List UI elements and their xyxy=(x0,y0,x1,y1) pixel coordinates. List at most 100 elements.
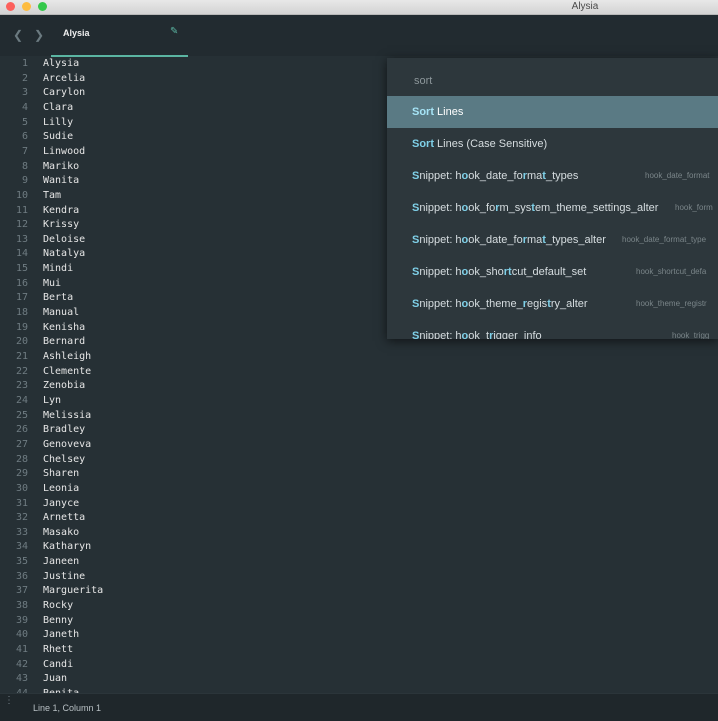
line-text: Katharyn xyxy=(43,541,92,553)
line-text: Juan xyxy=(43,673,68,685)
menu-grip-icon[interactable]: ⋮ xyxy=(4,696,14,706)
editor-line[interactable]: 42 Candi xyxy=(0,658,300,673)
line-number: 40 xyxy=(15,629,28,641)
editor-line[interactable]: 30 Leonia xyxy=(0,482,300,497)
editor-line[interactable]: 23 Zenobia xyxy=(0,379,300,394)
palette-result[interactable]: Snippet: hook_shortcut_default_set hook_s… xyxy=(387,256,718,288)
editor-line[interactable]: 8 Mariko xyxy=(0,160,300,175)
chevron-left-icon[interactable]: ❮ xyxy=(13,27,23,43)
editor-line[interactable]: 22 Clemente xyxy=(0,365,300,380)
result-label: Sort Lines (Case Sensitive) xyxy=(412,138,548,150)
line-number: 18 xyxy=(15,307,28,319)
editor-line[interactable]: 19 Kenisha xyxy=(0,321,300,336)
palette-result[interactable]: Snippet: hook_trigger_info hook_trigg xyxy=(387,320,718,339)
editor-line[interactable]: 36 Justine xyxy=(0,570,300,585)
tab-alysia[interactable]: Alysia ✎ xyxy=(51,15,188,57)
editor-line[interactable]: 21 Ashleigh xyxy=(0,350,300,365)
editor-line[interactable]: 9 Wanita xyxy=(0,174,300,189)
line-number: 14 xyxy=(15,248,28,260)
line-number: 7 xyxy=(21,145,28,157)
line-number: 16 xyxy=(15,277,28,289)
editor-line[interactable]: 17 Berta xyxy=(0,291,300,306)
editor-line[interactable]: 20 Bernard xyxy=(0,335,300,350)
line-text: Benny xyxy=(43,614,74,626)
result-label: Snippet: hook_theme_registry_alter xyxy=(412,298,588,310)
editor-line[interactable]: 27 Genoveva xyxy=(0,438,300,453)
palette-result[interactable]: Snippet: hook_theme_registry_alter hook_t… xyxy=(387,288,718,320)
editor-line[interactable]: 33 Masako xyxy=(0,526,300,541)
line-number: 32 xyxy=(15,512,28,524)
editor-line[interactable]: 7 Linwood xyxy=(0,145,300,160)
line-text: Wanita xyxy=(43,175,80,187)
editor-line[interactable]: 38 Rocky xyxy=(0,599,300,614)
palette-result[interactable]: Snippet: hook_form_system_theme_settings… xyxy=(387,192,718,224)
editor-line[interactable]: 3 Carylon xyxy=(0,86,300,101)
line-text: Janeen xyxy=(43,556,80,568)
editor-line[interactable]: 43 Juan xyxy=(0,672,300,687)
editor-line[interactable]: 12 Krissy xyxy=(0,218,300,233)
editor-line[interactable]: 14 Natalya xyxy=(0,247,300,262)
editor-line[interactable]: 11 Kendra xyxy=(0,204,300,219)
editor-line[interactable]: 35 Janeen xyxy=(0,555,300,570)
editor-line[interactable]: 32 Arnetta xyxy=(0,511,300,526)
line-number: 29 xyxy=(15,468,28,480)
editor-line[interactable]: 2 Arcelia xyxy=(0,72,300,87)
line-text: Berta xyxy=(43,292,74,304)
editor-line[interactable]: 4 Clara xyxy=(0,101,300,116)
tab-bar: ❮ ❯ Alysia ✎ xyxy=(0,15,718,57)
editor-line[interactable]: 29 Sharen xyxy=(0,467,300,482)
result-label: Snippet: hook_date_format_types xyxy=(412,170,579,182)
result-hint: hook_theme_registr xyxy=(636,299,707,308)
editor-line[interactable]: 24 Lyn xyxy=(0,394,300,409)
editor-line[interactable]: 31 Janyce xyxy=(0,497,300,512)
editor-line[interactable]: 25 Melissia xyxy=(0,409,300,424)
line-number: 19 xyxy=(15,321,28,333)
editor-line[interactable]: 40 Janeth xyxy=(0,628,300,643)
line-text: Marguerita xyxy=(43,585,104,597)
line-text: Bernard xyxy=(43,336,86,348)
line-text: Rocky xyxy=(43,600,74,612)
line-number: 25 xyxy=(15,409,28,421)
tab-label: Alysia xyxy=(63,28,90,38)
editor-line[interactable]: 18 Manual xyxy=(0,306,300,321)
editor-line[interactable]: 39 Benny xyxy=(0,614,300,629)
line-text: Janyce xyxy=(43,497,80,509)
result-label: Snippet: hook_form_system_theme_settings… xyxy=(412,202,659,214)
line-text: Manual xyxy=(43,307,80,319)
editor-line[interactable]: 10 Tam xyxy=(0,189,300,204)
editor-line[interactable]: 34 Katharyn xyxy=(0,540,300,555)
chevron-right-icon[interactable]: ❯ xyxy=(34,27,44,43)
line-text: Janeth xyxy=(43,629,80,641)
cursor-position: Line 1, Column 1 xyxy=(33,703,102,713)
palette-result[interactable]: Snippet: hook_date_format_types hook_date… xyxy=(387,160,718,192)
line-number: 10 xyxy=(15,189,28,201)
editor-line[interactable]: 15 Mindi xyxy=(0,262,300,277)
line-text: Arnetta xyxy=(43,512,86,524)
line-number: 41 xyxy=(15,644,28,655)
palette-result[interactable]: Sort Lines xyxy=(387,96,718,128)
result-label: Sort Lines xyxy=(412,106,464,118)
line-number: 8 xyxy=(21,160,28,172)
editor-line[interactable]: 13 Deloise xyxy=(0,233,300,248)
editor-line[interactable]: 6 Sudie xyxy=(0,130,300,145)
editor-line[interactable]: 26 Bradley xyxy=(0,423,300,438)
line-text: Natalya xyxy=(43,248,86,260)
command-palette-input[interactable]: sort xyxy=(387,58,718,96)
line-number: 3 xyxy=(21,87,28,99)
palette-result[interactable]: Sort Lines (Case Sensitive) xyxy=(387,128,718,160)
editor-line[interactable]: 16 Mui xyxy=(0,277,300,292)
line-number: 13 xyxy=(15,233,28,245)
line-text: Mindi xyxy=(43,263,74,275)
editor-line[interactable]: 41 Rhett xyxy=(0,643,300,658)
palette-result[interactable]: Snippet: hook_date_format_types_alter hoo… xyxy=(387,224,718,256)
result-hint: hook_date_format_type xyxy=(622,235,707,244)
line-number: 42 xyxy=(15,658,28,670)
line-text: Leonia xyxy=(43,482,80,494)
editor-line[interactable]: 1 Alysia xyxy=(0,57,300,72)
line-text: Clemente xyxy=(43,365,92,377)
editor-line[interactable]: 5 Lilly xyxy=(0,116,300,131)
editor-line[interactable]: 37 Marguerita xyxy=(0,584,300,599)
editor-line[interactable]: 28 Chelsey xyxy=(0,453,300,468)
window-title: Alysia xyxy=(571,1,599,12)
line-number: 30 xyxy=(15,482,28,494)
